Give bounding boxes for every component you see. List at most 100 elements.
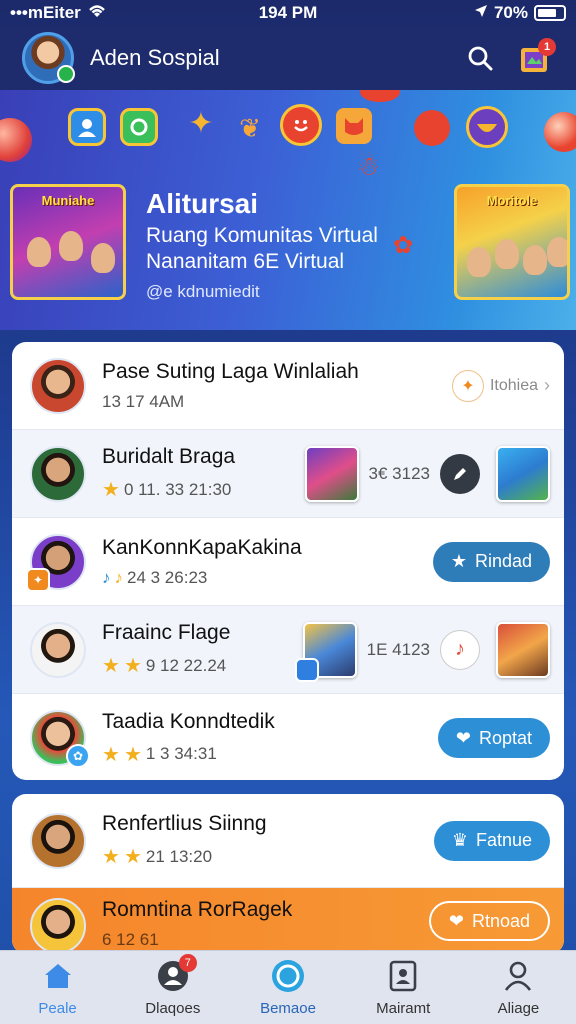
row-name: Taadia Konndtedik [102, 709, 275, 733]
home-icon [40, 958, 76, 994]
follow-chip[interactable]: ✦ Itohiea › [451, 369, 550, 402]
cat-sticker-icon [336, 108, 372, 144]
tab-profile[interactable]: Aliage [461, 951, 576, 1024]
balloon-icon [0, 118, 32, 162]
chat-sticker-icon [120, 108, 158, 146]
list-item[interactable]: Fraainc Flage ★ ★ 9 12 22.24 1E 4123 ♪ [12, 606, 564, 694]
action-button-label: Fatnue [475, 830, 532, 850]
search-button[interactable] [460, 38, 500, 78]
poster-right[interactable]: Moritole [454, 184, 570, 300]
doll-sticker-icon: ☃ [356, 150, 380, 181]
avatar: ✦ [26, 533, 86, 592]
star-icon: ★ [123, 743, 142, 766]
wifi-icon [87, 3, 107, 24]
notifications-button[interactable]: 1 [514, 38, 556, 78]
person-figure [27, 237, 51, 267]
side-time: 1E 4123 [366, 639, 430, 659]
star-icon: ★ [102, 655, 120, 677]
avatar [30, 621, 86, 678]
row-name: KanKonnKapaKakina [102, 535, 302, 559]
row-name: Buridalt Braga [102, 445, 236, 468]
heart-badge-icon: ❤ [455, 727, 471, 748]
pencil-icon [454, 467, 466, 480]
profile-avatar[interactable] [22, 32, 75, 84]
feed-card: Pase Suting Laga Winlaliah 13 17 4AM ✦ I… [12, 342, 564, 780]
action-button[interactable]: ❤ Roptat [437, 718, 550, 758]
poster-left-label: Muniahe [41, 193, 95, 208]
promo-banner[interactable]: ✦ ❦ ☃ ✿ Muniahe Moritole Alitursai Ruang… [0, 90, 576, 330]
user-icon [500, 958, 536, 994]
tab-messages[interactable]: 7 Dlaqoes [115, 951, 230, 1024]
music-note-icon: ♪ [114, 567, 124, 587]
poster-left[interactable]: Muniahe [10, 184, 126, 300]
online-status-icon [57, 65, 75, 83]
person-figure [91, 243, 115, 273]
ring-icon [270, 958, 306, 994]
heart-badge-icon: ❤ [448, 910, 464, 931]
status-bar: •••mEiter 194 PM 70% [0, 0, 576, 26]
list-item[interactable]: ✿ Taadia Konndtedik ★ ★ 1 3 34:31 ❤ Roptat [12, 694, 564, 780]
tab-label: Bemaoe [260, 1000, 316, 1017]
tab-create[interactable]: Bemaoe [230, 951, 345, 1024]
action-button[interactable]: ♛ Fatnue [433, 820, 550, 861]
profile-circle-icon: 7 [155, 954, 197, 994]
cat-figure-icon: ✿ [392, 231, 414, 259]
avatar: ✿ [30, 710, 90, 768]
action-button-label: Rindad [474, 551, 532, 571]
row-meta: 24 3 26:23 [127, 567, 208, 587]
side-time: 3€ 3123 [368, 463, 430, 483]
app-header: Aden Sospial 1 [0, 26, 576, 90]
banner-title: Alitursai [146, 188, 259, 219]
media-thumbnail[interactable] [496, 445, 550, 502]
star-badge-icon: ★ [450, 551, 467, 571]
bottom-tab-bar: Peale 7 Dlaqoes Bemaoe Mairamt Aliage [0, 950, 576, 1024]
smiley-sticker-icon [280, 104, 322, 146]
row-meta: 6 12 61 [102, 930, 159, 949]
edit-button[interactable] [440, 453, 480, 494]
tab-label: Dlaqoes [145, 1000, 201, 1017]
tab-badge: 7 [178, 954, 197, 972]
avatar [30, 445, 86, 502]
notification-badge: 1 [538, 38, 556, 56]
list-item[interactable]: Pase Suting Laga Winlaliah 13 17 4AM ✦ I… [12, 342, 564, 430]
tab-home[interactable]: Peale [0, 951, 115, 1024]
avatar [30, 357, 86, 414]
row-meta: 0 11. 33 21:30 [123, 479, 232, 499]
media-thumbnail[interactable] [304, 445, 359, 502]
media-thumbnail[interactable] [496, 621, 550, 678]
gift-sticker-icon: ❦ [239, 112, 261, 143]
action-button[interactable]: ★ Rindad [432, 541, 550, 582]
battery-icon [533, 5, 566, 21]
list-item[interactable]: Renfertlius Siinng ★ ★ 21 13:20 ♛ Fatnue [12, 794, 564, 888]
header-title: Aden Sospial [90, 45, 220, 70]
row-meta: 1 3 34:31 [145, 744, 217, 763]
list-item[interactable]: Buridalt Braga ★ 0 11. 33 21:30 3€ 3123 [12, 430, 564, 518]
row-name: Renfertlius Siinng [102, 812, 267, 835]
puzzle-icon: ✦ [451, 369, 484, 402]
battery-percent: 70% [493, 3, 528, 22]
person-figure [547, 237, 567, 267]
location-arrow-icon [474, 3, 488, 23]
action-button[interactable]: ❤ Rtnoad [428, 901, 550, 941]
search-icon [468, 46, 493, 71]
row-meta: 21 13:20 [145, 846, 213, 866]
camera-badge-icon [294, 657, 319, 682]
contact-card-icon [385, 958, 421, 994]
media-thumbnail[interactable] [294, 621, 357, 682]
star-icon: ★ [102, 846, 120, 868]
carrier-label: •••mEiter [10, 3, 81, 22]
bird-sticker-icon [414, 110, 450, 146]
settings-badge-icon: ✿ [66, 744, 90, 768]
list-item[interactable]: Romntina RorRagek 6 12 61 ❤ Rtnoad [12, 888, 564, 954]
music-button[interactable]: ♪ [440, 629, 480, 670]
music-note-icon: ♪ [455, 638, 465, 660]
poster-right-label: Moritole [486, 193, 538, 208]
list-item[interactable]: ✦ KanKonnKapaKakina ♪ ♪ 24 3 26:23 ★ Rin… [12, 518, 564, 606]
banner-tag: @e kdnumiedit [146, 282, 260, 301]
tab-contacts[interactable]: Mairamt [346, 951, 461, 1024]
follow-chip-label: Itohiea [489, 376, 538, 394]
balloons-icon [360, 90, 400, 102]
banner-subtitle-2: Nananitam 6E Virtual [146, 250, 345, 273]
person-figure [495, 239, 519, 269]
chevron-right-icon: › [544, 375, 550, 395]
